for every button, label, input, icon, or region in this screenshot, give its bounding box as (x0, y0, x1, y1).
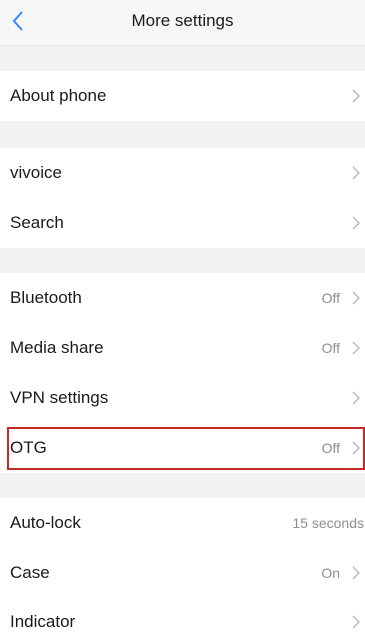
about-phone-row[interactable]: About phone (0, 71, 365, 121)
search-label: Search (10, 213, 64, 232)
page-title: More settings (131, 11, 234, 30)
otg-row[interactable]: OTG Off (0, 423, 365, 473)
section-divider (0, 473, 365, 498)
case-row[interactable]: Case On (0, 548, 365, 598)
case-status: On (321, 565, 340, 581)
case-label: Case (10, 563, 50, 582)
chevron-right-icon (351, 88, 361, 104)
chevron-right-icon (351, 290, 361, 306)
section-divider (0, 121, 365, 148)
media-share-status: Off (321, 340, 340, 356)
chevron-right-icon (351, 165, 361, 181)
more-settings-screen: More settings About phone vivoice Search… (0, 0, 365, 632)
vpn-settings-label: VPN settings (10, 388, 109, 407)
bluetooth-label: Bluetooth (10, 288, 82, 307)
header-bar: More settings (0, 0, 365, 46)
vivoice-label: vivoice (10, 163, 62, 182)
vivoice-row[interactable]: vivoice (0, 148, 365, 198)
chevron-right-icon (351, 340, 361, 356)
auto-lock-value: 15 seconds (292, 515, 364, 531)
chevron-right-icon (351, 215, 361, 231)
chevron-right-icon (351, 440, 361, 456)
auto-lock-label: Auto-lock (10, 513, 81, 532)
about-phone-label: About phone (10, 86, 107, 105)
section-divider (0, 46, 365, 71)
auto-lock-row[interactable]: Auto-lock 15 seconds (0, 498, 365, 548)
media-share-label: Media share (10, 338, 104, 357)
bluetooth-row[interactable]: Bluetooth Off (0, 273, 365, 323)
media-share-row[interactable]: Media share Off (0, 323, 365, 373)
search-row[interactable]: Search (0, 198, 365, 248)
otg-label: OTG (10, 438, 47, 457)
bluetooth-status: Off (321, 290, 340, 306)
otg-status: Off (321, 440, 340, 456)
section-divider (0, 248, 365, 273)
vpn-settings-row[interactable]: VPN settings (0, 373, 365, 423)
indicator-label: Indicator (10, 612, 76, 631)
indicator-row[interactable]: Indicator (0, 598, 365, 632)
chevron-right-icon (351, 614, 361, 630)
chevron-right-icon (351, 390, 361, 406)
chevron-right-icon (351, 565, 361, 581)
